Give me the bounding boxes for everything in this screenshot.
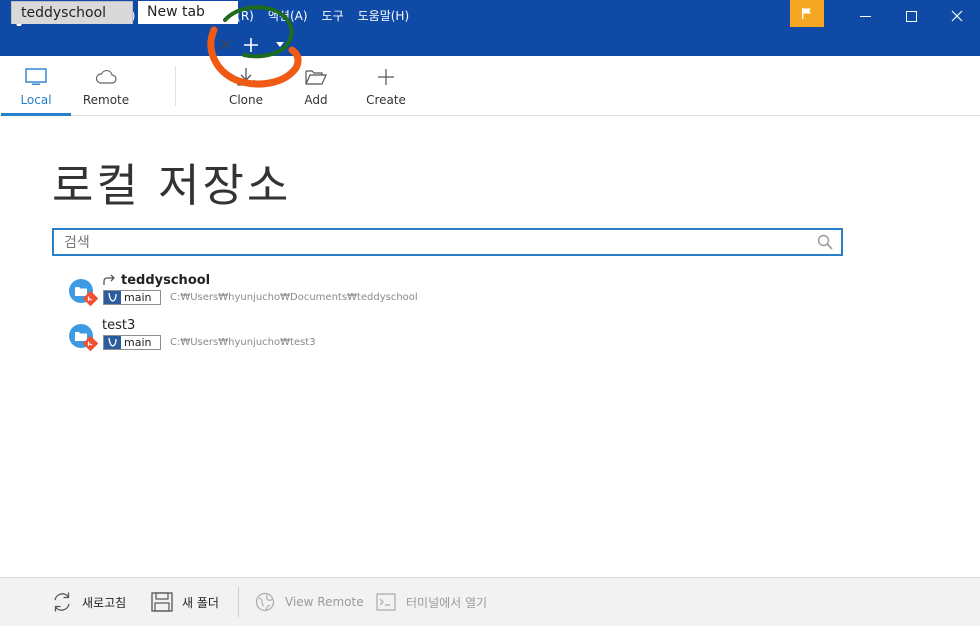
search-input[interactable] [64, 232, 804, 254]
refresh-label: 새로고침 [82, 595, 127, 610]
branch-badge: main [103, 289, 161, 305]
plus-icon [244, 37, 258, 52]
remote-label: Remote [82, 93, 130, 107]
branch-icon [108, 292, 117, 302]
search-icon [817, 234, 833, 250]
close-tab-button[interactable] [213, 33, 237, 56]
terminal-icon [376, 593, 396, 611]
maximize-icon [905, 10, 917, 22]
view-remote-button[interactable]: View Remote [253, 590, 364, 614]
maximize-button[interactable] [888, 0, 934, 32]
local-active-indicator [1, 113, 71, 116]
search-box[interactable] [52, 228, 843, 256]
bottom-action-bar: 새로고침 새 폴더 View Remote 터미널에서 열기 [0, 577, 980, 626]
branch-name: main [124, 290, 152, 304]
menu-help[interactable]: 도움말(H) [351, 0, 417, 32]
repo-path: C:₩Users₩hyunjucho₩Documents₩teddyschool [170, 291, 418, 303]
close-icon [951, 10, 963, 22]
branch-icon [108, 337, 117, 347]
local-label: Local [20, 93, 52, 107]
repo-item-test3[interactable]: test3 main C:₩Users₩hyunjucho₩test3 [66, 316, 666, 354]
plus-icon [378, 69, 394, 85]
menu-tools[interactable]: 도구 [315, 0, 351, 32]
create-label: Create [366, 93, 406, 107]
tab-strip [0, 32, 980, 56]
repo-name: teddyschool [121, 272, 211, 288]
page-title: 로컬 저장소 [52, 159, 292, 212]
chevron-down-icon [276, 42, 284, 47]
remote-button[interactable]: Remote [71, 56, 141, 116]
new-folder-label: 새 폴더 [182, 595, 219, 610]
flag-icon [802, 8, 811, 19]
toolbar: Local Remote Clone Add Create [0, 56, 980, 116]
bottom-bar-divider [238, 587, 239, 617]
add-label: Add [304, 93, 328, 107]
repo-name: test3 [102, 317, 136, 333]
close-tab-icon [220, 39, 230, 50]
close-window-button[interactable] [934, 0, 980, 32]
download-icon [237, 68, 255, 86]
add-button[interactable]: Add [281, 56, 351, 116]
repository-folder-icon [69, 279, 98, 307]
globe-icon [255, 592, 275, 612]
branch-name: main [124, 335, 152, 349]
folder-open-icon [305, 70, 327, 85]
tab-list-dropdown[interactable] [268, 33, 292, 56]
new-tab-button[interactable] [238, 33, 264, 56]
minimize-icon [859, 15, 871, 17]
monitor-icon [25, 68, 47, 85]
new-folder-button[interactable]: 새 폴더 [150, 590, 219, 614]
tab-new-tab[interactable]: New tab [138, 1, 238, 24]
save-folder-icon [151, 592, 173, 612]
local-button[interactable]: Local [1, 56, 71, 116]
menu-actions[interactable]: 액션(A) [261, 0, 315, 32]
clone-label: Clone [228, 93, 264, 107]
tab-teddyschool[interactable]: teddyschool [11, 1, 133, 24]
notification-flag-button[interactable] [790, 0, 824, 27]
branch-badge: main [103, 334, 161, 350]
remote-link-icon [102, 273, 118, 287]
create-button[interactable]: Create [351, 56, 421, 116]
refresh-icon [54, 592, 70, 612]
toolbar-divider [175, 66, 176, 106]
open-terminal-button[interactable]: 터미널에서 열기 [374, 590, 487, 614]
repo-item-teddyschool[interactable]: teddyschool main C:₩Users₩hyunjucho₩Docu… [66, 271, 666, 309]
view-remote-label: View Remote [285, 595, 364, 609]
cloud-icon [95, 69, 117, 84]
clone-button[interactable]: Clone [211, 56, 281, 116]
repository-folder-icon [69, 324, 98, 352]
terminal-label: 터미널에서 열기 [406, 595, 488, 610]
refresh-button[interactable]: 새로고침 [50, 590, 126, 614]
repo-path: C:₩Users₩hyunjucho₩test3 [170, 336, 316, 348]
minimize-button[interactable] [842, 0, 888, 32]
